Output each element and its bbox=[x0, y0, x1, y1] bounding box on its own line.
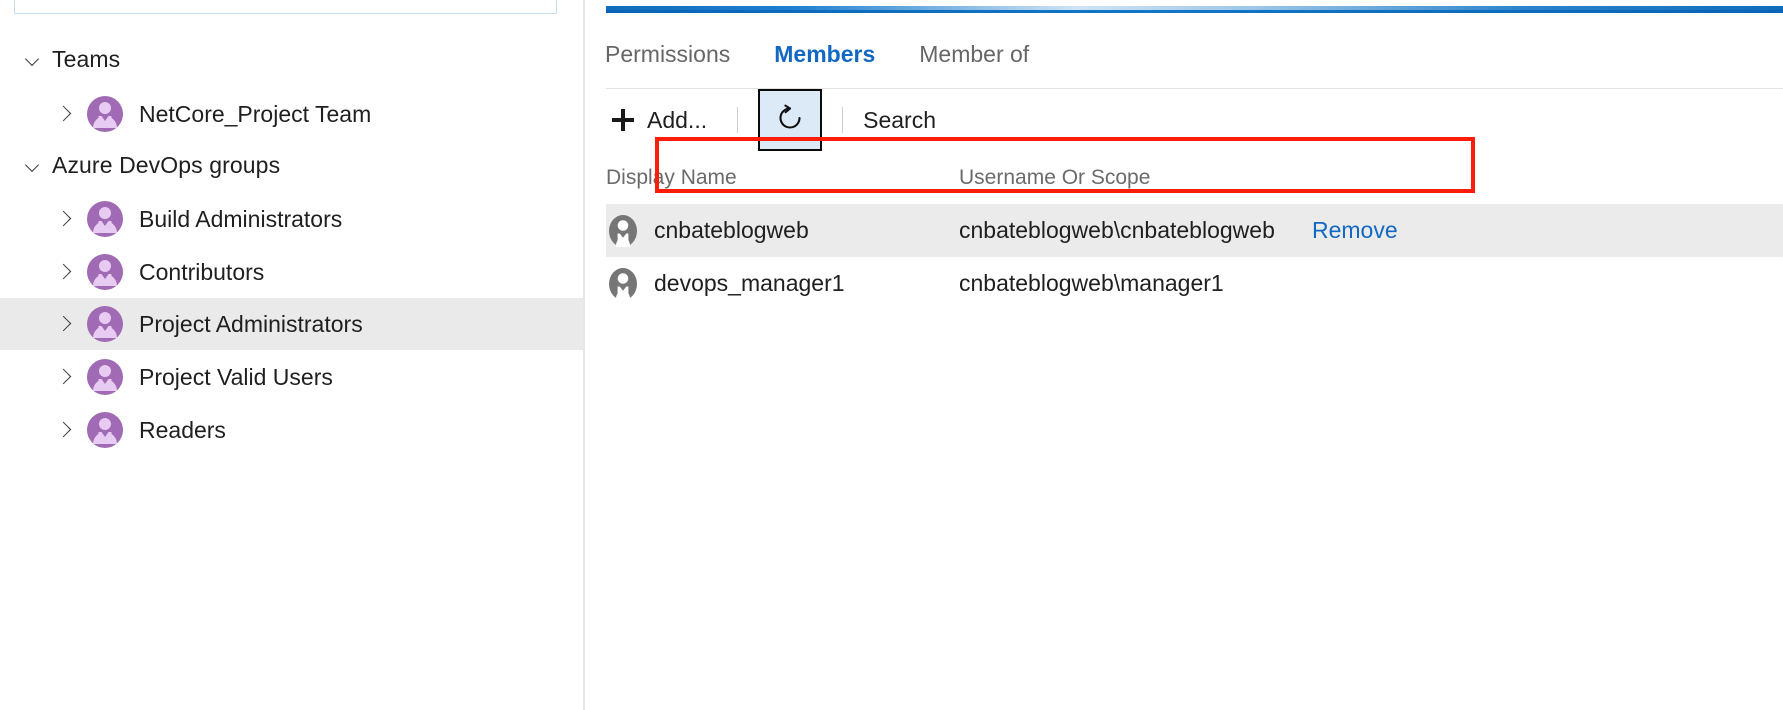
tab-bar: Permissions Members Member of bbox=[605, 32, 1073, 76]
chevron-right-icon[interactable] bbox=[54, 103, 76, 125]
sidebar-item-contributors[interactable]: Contributors bbox=[0, 246, 583, 298]
column-header-username-or-scope[interactable]: Username Or Scope bbox=[959, 166, 1312, 190]
group-icon bbox=[86, 411, 124, 449]
group-icon bbox=[86, 200, 124, 238]
table-row[interactable]: devops_manager1 cnbateblogweb\manager1 bbox=[606, 257, 1783, 310]
user-avatar-icon bbox=[606, 267, 640, 301]
user-avatar-icon bbox=[606, 214, 640, 248]
chevron-right-icon[interactable] bbox=[54, 366, 76, 388]
groups-sidebar: Teams NetCore_Project Team Azure DevOps … bbox=[0, 0, 583, 710]
cell-display-name: devops_manager1 bbox=[606, 267, 959, 301]
remove-member-link[interactable]: Remove bbox=[1312, 217, 1398, 244]
app-root: Teams NetCore_Project Team Azure DevOps … bbox=[0, 0, 1783, 710]
group-icon bbox=[86, 305, 124, 343]
group-icon bbox=[86, 95, 124, 133]
column-header-display-name[interactable]: Display Name bbox=[606, 166, 959, 190]
toolbar-divider bbox=[737, 107, 739, 133]
refresh-button[interactable] bbox=[758, 89, 823, 151]
table-header-row: Display Name Username Or Scope bbox=[606, 152, 1783, 204]
cell-username-or-scope: cnbateblogweb\cnbateblogweb bbox=[959, 217, 1275, 243]
members-table: Display Name Username Or Scope cnbateblo… bbox=[606, 152, 1783, 310]
sidebar-item-project-valid-users[interactable]: Project Valid Users bbox=[0, 351, 583, 403]
cell-actions: Remove bbox=[1312, 217, 1452, 244]
display-name-text: devops_manager1 bbox=[654, 270, 845, 296]
toolbar-divider bbox=[842, 107, 844, 133]
cell-username-or-scope: cnbateblogweb\manager1 bbox=[959, 270, 1224, 296]
tree-group-label: Teams bbox=[52, 45, 121, 72]
sidebar-item-project-administrators[interactable]: Project Administrators bbox=[0, 298, 583, 350]
sidebar-item-label: Readers bbox=[139, 416, 226, 443]
chevron-right-icon[interactable] bbox=[54, 313, 76, 335]
chevron-right-icon[interactable] bbox=[54, 419, 76, 441]
sidebar-item-label: Contributors bbox=[139, 258, 265, 285]
tree-group-header-teams[interactable]: Teams bbox=[24, 42, 120, 76]
sidebar-item-build-administrators[interactable]: Build Administrators bbox=[0, 193, 583, 245]
add-member-button[interactable]: Add... bbox=[606, 98, 717, 142]
refresh-icon bbox=[775, 103, 805, 138]
tab-members[interactable]: Members bbox=[774, 41, 875, 68]
cell-display-name: cnbateblogweb bbox=[606, 214, 959, 248]
tree-group-label: Azure DevOps groups bbox=[52, 151, 281, 178]
group-search-input[interactable] bbox=[14, 0, 557, 14]
members-toolbar: Add... Search bbox=[606, 89, 936, 151]
chevron-right-icon[interactable] bbox=[54, 208, 76, 230]
tab-member-of[interactable]: Member of bbox=[919, 41, 1029, 68]
table-row[interactable]: cnbateblogweb cnbateblogweb\cnbateblogwe… bbox=[606, 204, 1783, 257]
chevron-down-icon bbox=[24, 50, 42, 68]
plus-icon bbox=[612, 109, 634, 131]
group-icon bbox=[86, 253, 124, 291]
panel-top-accent-bar bbox=[606, 6, 1783, 13]
tree-group-header-azure-devops-groups[interactable]: Azure DevOps groups bbox=[24, 148, 280, 182]
search-input[interactable]: Search bbox=[863, 107, 936, 134]
group-icon bbox=[86, 358, 124, 396]
sidebar-item-readers[interactable]: Readers bbox=[0, 404, 583, 456]
display-name-text: cnbateblogweb bbox=[654, 217, 809, 243]
add-member-label: Add... bbox=[647, 106, 708, 133]
sidebar-item-label: Build Administrators bbox=[139, 205, 343, 232]
sidebar-item-label: NetCore_Project Team bbox=[139, 100, 372, 127]
tab-permissions[interactable]: Permissions bbox=[605, 41, 730, 68]
chevron-right-icon[interactable] bbox=[54, 261, 76, 283]
sidebar-item-label: Project Valid Users bbox=[139, 363, 333, 390]
sidebar-item-netcore-project-team[interactable]: NetCore_Project Team bbox=[0, 88, 583, 140]
sidebar-item-label: Project Administrators bbox=[139, 310, 363, 337]
chevron-down-icon bbox=[24, 156, 42, 174]
group-details-panel: Permissions Members Member of Add... Sea bbox=[585, 0, 1783, 710]
